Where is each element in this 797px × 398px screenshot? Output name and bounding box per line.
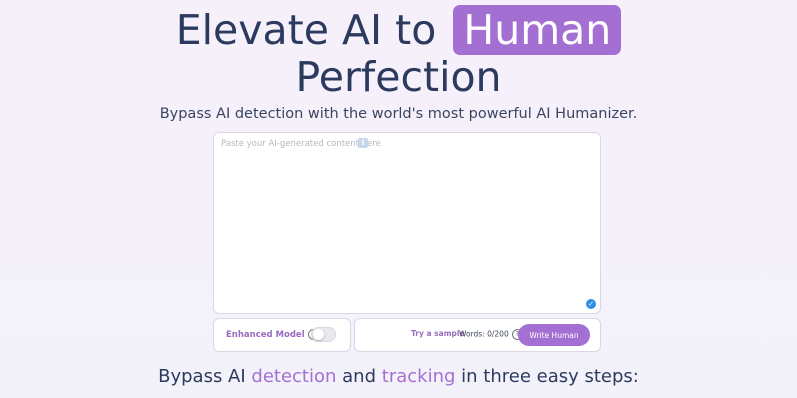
action-panel: Try a sample Words: 0/200? Write Human	[354, 318, 601, 352]
try-sample-link[interactable]: Try a sample	[411, 329, 465, 338]
content-editor: i ✓	[213, 132, 601, 314]
enhanced-model-label: Enhanced Model?	[226, 329, 319, 340]
steps-accent-detection: detection	[251, 366, 337, 387]
check-circle-icon: ✓	[586, 299, 596, 309]
info-icon: i	[358, 138, 368, 148]
enhanced-model-panel: Enhanced Model?	[213, 318, 351, 352]
toggle-knob	[313, 329, 324, 340]
write-human-button[interactable]: Write Human	[518, 324, 590, 346]
hero-subtitle: Bypass AI detection with the world's mos…	[159, 106, 638, 122]
steps-heading: Bypass AI detection and tracking in thre…	[158, 366, 639, 387]
hero-title-line2: Perfection	[295, 53, 502, 101]
enhanced-model-toggle[interactable]	[311, 327, 336, 342]
word-count: Words: 0/200?	[459, 329, 523, 340]
hero-title-line1: Elevate AI to Human	[0, 4, 797, 56]
content-input[interactable]	[214, 133, 600, 313]
hero-title-prefix: Elevate AI to	[175, 6, 437, 54]
hero-title-highlight: Human	[453, 5, 622, 55]
steps-accent-tracking: tracking	[381, 366, 456, 387]
